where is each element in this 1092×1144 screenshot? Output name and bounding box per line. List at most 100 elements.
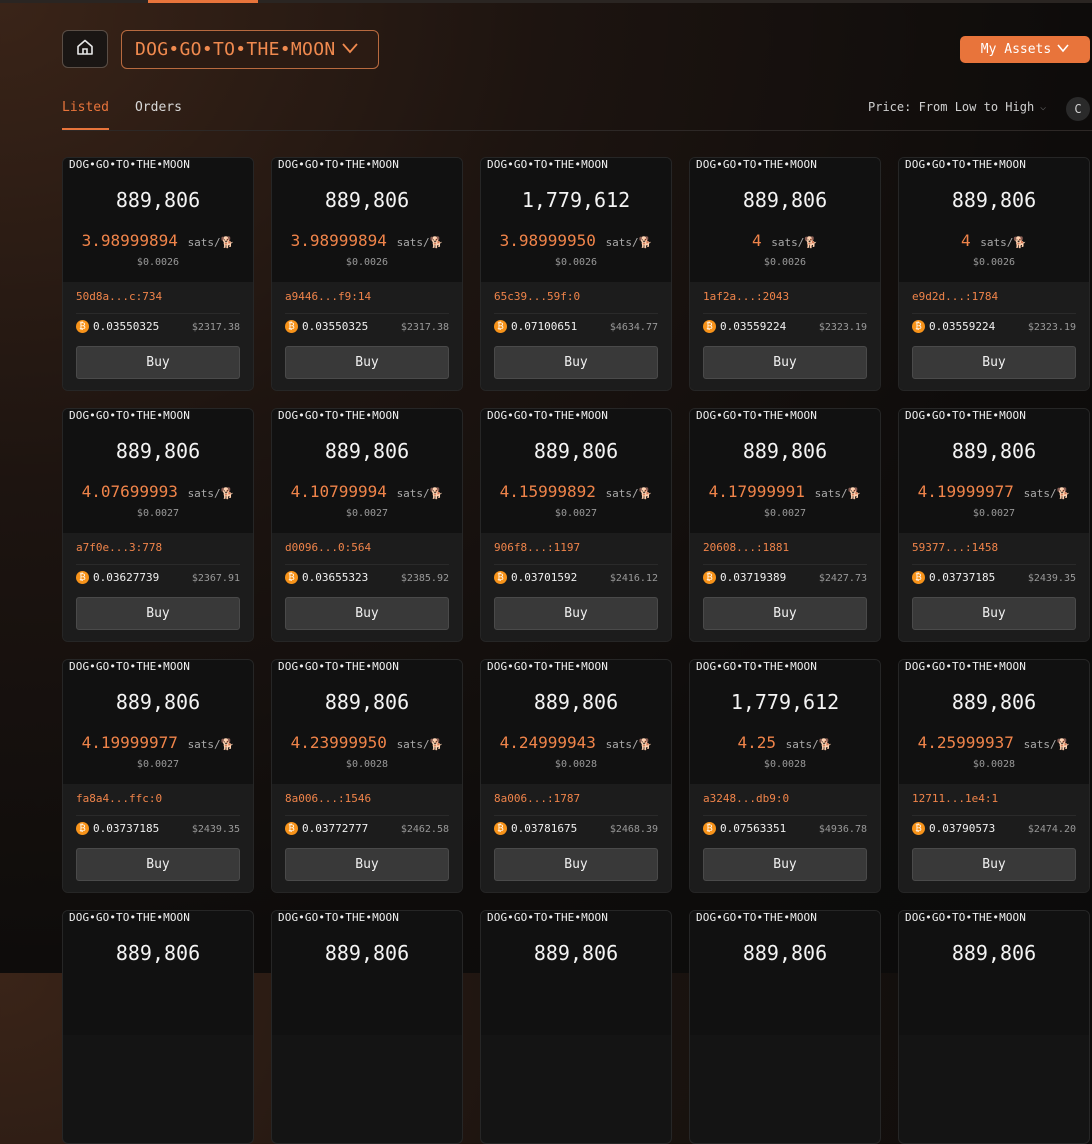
buy-button[interactable]: Buy — [76, 597, 240, 630]
listing-card[interactable]: DOG•GO•TO•THE•MOON 889,806 4 sats/🐕 $0.0… — [689, 157, 881, 391]
inscription-id[interactable]: 20608...:1881 — [703, 541, 789, 554]
listing-card[interactable]: DOG•GO•TO•THE•MOON 889,806 — [689, 910, 881, 1144]
btc-amount: 0.07563351 — [720, 822, 787, 835]
tab-listed[interactable]: Listed — [62, 100, 109, 130]
listing-card[interactable]: DOG•GO•TO•THE•MOON 889,806 4.24999943 sa… — [480, 659, 672, 893]
inscription-id[interactable]: 906f8...:1197 — [494, 541, 580, 554]
card-amount: 889,806 — [533, 690, 619, 714]
sort-dropdown[interactable]: Price: From Low to High ⌵ — [868, 100, 1046, 114]
card-unit-price: 4.17999991 sats/🐕 — [690, 482, 880, 501]
card-amount: 889,806 — [951, 941, 1037, 965]
listing-card[interactable]: DOG•GO•TO•THE•MOON 889,806 4.23999950 sa… — [271, 659, 463, 893]
card-header: DOG•GO•TO•THE•MOON 889,806 4.17999991 sa… — [690, 409, 880, 533]
buy-button[interactable]: Buy — [76, 346, 240, 379]
listing-card[interactable]: DOG•GO•TO•THE•MOON 889,806 — [271, 910, 463, 1144]
card-total-btc: ₿ 0.03559224 — [703, 320, 786, 333]
listing-card[interactable]: DOG•GO•TO•THE•MOON 889,806 3.98999894 sa… — [62, 157, 254, 391]
listing-card[interactable]: DOG•GO•TO•THE•MOON 889,806 4.10799994 sa… — [271, 408, 463, 642]
listing-card[interactable]: DOG•GO•TO•THE•MOON 889,806 — [898, 910, 1090, 1144]
collection-selector[interactable]: DOG•GO•TO•THE•MOON — [121, 30, 379, 69]
listing-card[interactable]: DOG•GO•TO•THE•MOON 1,779,612 4.25 sats/🐕… — [689, 659, 881, 893]
buy-button[interactable]: Buy — [285, 346, 449, 379]
card-total-btc: ₿ 0.03737185 — [76, 822, 159, 835]
bitcoin-icon: ₿ — [76, 571, 89, 584]
card-header: DOG•GO•TO•THE•MOON 889,806 4.15999892 sa… — [481, 409, 671, 533]
buy-button[interactable]: Buy — [494, 597, 658, 630]
btc-amount: 0.03701592 — [511, 571, 578, 584]
card-divider — [285, 313, 449, 314]
card-header: DOG•GO•TO•THE•MOON 889,806 — [481, 911, 671, 1035]
card-footer: 1af2a...:2043 ₿ 0.03559224 $2323.19 Buy — [690, 282, 880, 390]
card-amount: 889,806 — [951, 439, 1037, 463]
listing-card[interactable]: DOG•GO•TO•THE•MOON 889,806 — [480, 910, 672, 1144]
card-collection-name: DOG•GO•TO•THE•MOON — [278, 158, 400, 171]
card-unit-usd: $0.0026 — [763, 257, 807, 268]
card-header: DOG•GO•TO•THE•MOON 889,806 — [63, 911, 253, 1035]
inscription-id[interactable]: 12711...1e4:1 — [912, 792, 998, 805]
inscription-id[interactable]: 50d8a...c:734 — [76, 290, 162, 303]
price-value: 4.15999892 — [499, 482, 596, 501]
buy-button[interactable]: Buy — [912, 346, 1076, 379]
card-collection-name: DOG•GO•TO•THE•MOON — [905, 911, 1027, 924]
card-divider — [285, 815, 449, 816]
price-value: 4 — [751, 231, 762, 250]
inscription-id[interactable]: fa8a4...ffc:0 — [76, 792, 162, 805]
inscription-id[interactable]: d0096...0:564 — [285, 541, 371, 554]
btc-amount: 0.07100651 — [511, 320, 578, 333]
buy-button[interactable]: Buy — [494, 346, 658, 379]
buy-button[interactable]: Buy — [703, 597, 867, 630]
buy-button[interactable]: Buy — [703, 848, 867, 881]
listing-card[interactable]: DOG•GO•TO•THE•MOON 889,806 — [62, 910, 254, 1144]
card-total-usd: $2474.20 — [1027, 824, 1076, 835]
inscription-id[interactable]: a9446...f9:14 — [285, 290, 371, 303]
listing-card[interactable]: DOG•GO•TO•THE•MOON 889,806 4.07699993 sa… — [62, 408, 254, 642]
price-unit: sats/ — [771, 236, 805, 249]
buy-button[interactable]: Buy — [76, 848, 240, 881]
card-amount: 889,806 — [742, 941, 828, 965]
buy-button[interactable]: Buy — [494, 848, 658, 881]
listing-card[interactable]: DOG•GO•TO•THE•MOON 889,806 4.19999977 sa… — [62, 659, 254, 893]
bitcoin-icon: ₿ — [285, 571, 298, 584]
price-unit: sats/ — [980, 236, 1014, 249]
inscription-id[interactable]: a7f0e...3:778 — [76, 541, 162, 554]
price-unit: sats/ — [187, 236, 221, 249]
buy-button[interactable]: Buy — [912, 848, 1076, 881]
dog-icon: 🐕 — [1013, 236, 1028, 249]
listing-card[interactable]: DOG•GO•TO•THE•MOON 889,806 4.25999937 sa… — [898, 659, 1090, 893]
inscription-id[interactable]: 59377...:1458 — [912, 541, 998, 554]
inscription-id[interactable]: 8a006...:1546 — [285, 792, 371, 805]
price-unit: sats/ — [396, 487, 430, 500]
card-unit-usd: $0.0027 — [136, 508, 180, 519]
listing-card[interactable]: DOG•GO•TO•THE•MOON 889,806 3.98999894 sa… — [271, 157, 463, 391]
buy-button[interactable]: Buy — [285, 597, 449, 630]
bitcoin-icon: ₿ — [76, 822, 89, 835]
inscription-id[interactable]: 8a006...:1787 — [494, 792, 580, 805]
buy-button[interactable]: Buy — [285, 848, 449, 881]
buy-button[interactable]: Buy — [703, 346, 867, 379]
listing-card[interactable]: DOG•GO•TO•THE•MOON 889,806 4.15999892 sa… — [480, 408, 672, 642]
listing-card[interactable]: DOG•GO•TO•THE•MOON 889,806 4.17999991 sa… — [689, 408, 881, 642]
inscription-id[interactable]: e9d2d...:1784 — [912, 290, 998, 303]
inscription-id[interactable]: 1af2a...:2043 — [703, 290, 789, 303]
card-amount: 889,806 — [115, 941, 201, 965]
card-unit-price: 4.19999977 sats/🐕 — [899, 482, 1089, 501]
inscription-id[interactable]: 65c39...59f:0 — [494, 290, 580, 303]
my-assets-button[interactable]: My Assets — [960, 36, 1090, 63]
price-value: 4.19999977 — [81, 733, 178, 752]
home-button[interactable] — [62, 30, 108, 68]
tab-orders[interactable]: Orders — [135, 100, 182, 130]
price-value: 4.25 — [737, 733, 777, 752]
card-total-usd: $2317.38 — [191, 322, 240, 333]
card-header: DOG•GO•TO•THE•MOON 889,806 3.98999894 sa… — [63, 158, 253, 282]
inscription-id[interactable]: a3248...db9:0 — [703, 792, 789, 805]
card-total-btc: ₿ 0.03627739 — [76, 571, 159, 584]
card-unit-price: 4.25 sats/🐕 — [690, 733, 880, 752]
listing-card[interactable]: DOG•GO•TO•THE•MOON 889,806 4 sats/🐕 $0.0… — [898, 157, 1090, 391]
listing-card[interactable]: DOG•GO•TO•THE•MOON 1,779,612 3.98999950 … — [480, 157, 672, 391]
card-amount: 889,806 — [324, 690, 410, 714]
card-header: DOG•GO•TO•THE•MOON 889,806 3.98999894 sa… — [272, 158, 462, 282]
buy-button[interactable]: Buy — [912, 597, 1076, 630]
refresh-button[interactable]: C — [1066, 97, 1090, 121]
card-header: DOG•GO•TO•THE•MOON 889,806 — [272, 911, 462, 1035]
listing-card[interactable]: DOG•GO•TO•THE•MOON 889,806 4.19999977 sa… — [898, 408, 1090, 642]
